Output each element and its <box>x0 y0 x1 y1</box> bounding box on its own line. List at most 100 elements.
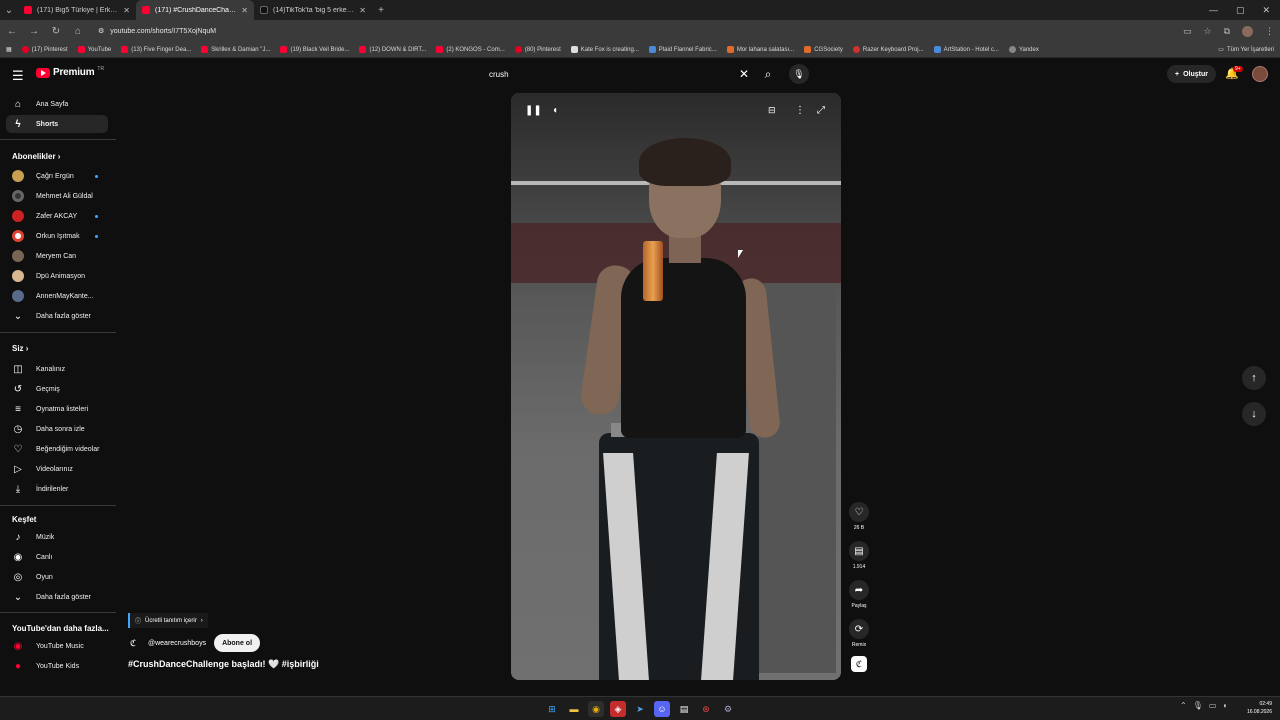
show-more-subscriptions[interactable]: ⌄ Daha fazla göster <box>6 307 108 325</box>
you-heading[interactable]: Siz › <box>12 344 28 353</box>
close-tab-icon[interactable]: ✕ <box>123 6 130 15</box>
profile-avatar-icon[interactable] <box>1242 25 1253 37</box>
close-tab-icon[interactable]: ✕ <box>241 6 248 15</box>
next-short-arrow-down-icon[interactable]: ↓ <box>1242 402 1266 426</box>
subscribe-button[interactable]: Abone ol <box>214 634 261 652</box>
sidebar-sub-channel[interactable]: Zafer AKCAY <box>6 207 108 225</box>
channel-logo-icon[interactable]: ℭ <box>130 638 140 648</box>
share-arrow-icon[interactable]: ➦ <box>849 580 869 600</box>
tab-list-icon[interactable]: ⌄ <box>0 5 18 16</box>
search-input[interactable]: crush <box>482 70 732 79</box>
show-more-explore[interactable]: ⌄ Daha fazla göster <box>6 588 108 606</box>
extensions-icon[interactable]: ⧉ <box>1224 26 1230 37</box>
browser-tab-2[interactable]: (171) #CrushDanceChalleng ✕ <box>136 0 254 20</box>
sidebar-item-home[interactable]: ⌂ Ana Sayfa <box>6 95 108 113</box>
minimize-icon[interactable]: — <box>1209 5 1218 16</box>
sidebar-sub-channel[interactable]: Meryem Can <box>6 247 108 265</box>
system-clock[interactable]: 02:49 16.08.2026 <box>1236 700 1272 716</box>
windows-start-icon[interactable]: ⊞ <box>544 701 560 717</box>
discord-icon[interactable]: ☺ <box>654 701 670 717</box>
bookmark-item[interactable]: (13) Five Finger Dea... <box>121 46 191 53</box>
voice-search-mic-icon[interactable]: 🎙 <box>789 64 809 84</box>
bookmark-item[interactable]: (80) Pinterest <box>514 46 561 53</box>
bookmark-item[interactable]: Plaid Flannel Fabric... <box>648 46 717 53</box>
browser-tab-3[interactable]: (14)TikTok'ta 'big 5 erkek probl ✕ <box>254 0 372 20</box>
maximize-icon[interactable]: ▢ <box>1236 5 1245 16</box>
remix-icon[interactable]: ⟳ <box>849 619 869 639</box>
bookmark-item[interactable]: Kate Fox is creating... <box>570 46 639 53</box>
shorts-video-player[interactable]: ❚❚ ◖ ⊟ ⋮ ⤢ <box>511 93 841 680</box>
more-options-icon[interactable]: ⋮ <box>795 105 805 116</box>
new-tab-icon[interactable]: + <box>372 5 390 16</box>
terminal-icon[interactable]: ▤ <box>676 701 692 717</box>
sidebar-item-your-videos[interactable]: ▷ Videolarınız <box>6 460 108 478</box>
account-avatar[interactable] <box>1252 66 1268 82</box>
subscriptions-heading[interactable]: Abonelikler › <box>12 152 60 161</box>
sidebar-sub-channel[interactable]: Orkun Işıtmak <box>6 227 108 245</box>
bookmark-item[interactable]: Mor lahana salatası... <box>726 46 794 53</box>
settings-gear-icon[interactable]: ⚙ <box>720 701 736 717</box>
telegram-icon[interactable]: ➤ <box>632 701 648 717</box>
forward-icon[interactable]: → <box>28 26 40 37</box>
sidebar-item-your-channel[interactable]: ◫ Kanalınız <box>6 360 108 378</box>
bookmark-item[interactable]: YouTube <box>77 46 111 53</box>
bookmark-star-icon[interactable]: ☆ <box>1203 26 1211 37</box>
browser-tab-1[interactable]: (171) Big5 Türkiye | Erkek Hazır ✕ <box>18 0 136 20</box>
bookmark-item[interactable]: CGSociety <box>804 46 843 53</box>
volume-icon[interactable]: ◖ <box>552 105 558 116</box>
sidebar-item-shorts[interactable]: ϟ Shorts <box>6 115 108 133</box>
sidebar-sub-channel[interactable]: AnnenMayKante... <box>6 287 108 305</box>
site-info-icon[interactable]: ⚙ <box>98 27 104 35</box>
bookmark-item[interactable]: ArtStation - Hotel c... <box>933 46 999 53</box>
bookmark-item[interactable]: Razer Keyboard Proj... <box>852 46 924 53</box>
sidebar-item-playlists[interactable]: ≡ Oynatma listeleri <box>6 400 108 418</box>
reload-icon[interactable]: ↻ <box>50 26 62 37</box>
youtube-premium-logo[interactable]: Premium TR <box>36 66 104 78</box>
clear-search-icon[interactable]: ✕ <box>732 67 756 81</box>
bookmark-item[interactable]: Yandex <box>1008 46 1039 53</box>
app-red-icon[interactable]: ◈ <box>610 701 626 717</box>
short-caption[interactable]: #CrushDanceChallenge başladı! 🤍 #işbirli… <box>128 659 319 670</box>
sidebar-item-watch-later[interactable]: ◷ Daha sonra izle <box>6 420 108 438</box>
previous-short-arrow-up-icon[interactable]: ↑ <box>1242 366 1266 390</box>
tray-chevron-up-icon[interactable]: ⌃ <box>1180 701 1187 710</box>
tray-network-icon[interactable]: ▭ <box>1209 701 1217 710</box>
fullscreen-icon[interactable]: ⤢ <box>817 105 825 116</box>
home-icon[interactable]: ⌂ <box>72 26 84 37</box>
sidebar-item-music[interactable]: ♪ Müzik <box>6 528 108 546</box>
channel-handle[interactable]: @wearecrushboys <box>148 640 206 647</box>
bookmark-item[interactable]: Skrillex & Damian "J... <box>201 46 270 53</box>
sidebar-item-youtube-kids[interactable]: ● YouTube Kids <box>6 657 108 675</box>
tray-volume-icon[interactable]: ◖ <box>1222 701 1227 710</box>
paid-promotion-badge[interactable]: ⓘ Ücretli tanıtım içerir › <box>128 613 208 628</box>
search-box[interactable]: crush ✕ ⌕ <box>482 63 780 85</box>
sidebar-item-youtube-music[interactable]: ◉ YouTube Music <box>6 637 108 655</box>
like-heart-icon[interactable]: ♡ <box>849 502 869 522</box>
sidebar-sub-channel[interactable]: Dpü Animasyon <box>6 267 108 285</box>
bookmark-item[interactable]: (17) Pinterest <box>21 46 68 53</box>
app-wheel-icon[interactable]: ⊛ <box>698 701 714 717</box>
file-explorer-icon[interactable]: ▬ <box>566 701 582 717</box>
close-window-icon[interactable]: ✕ <box>1262 5 1270 16</box>
comment-icon[interactable]: ▤ <box>849 541 869 561</box>
chrome-icon[interactable]: ◉ <box>588 701 604 717</box>
close-tab-icon[interactable]: ✕ <box>359 6 366 15</box>
sidebar-item-liked-videos[interactable]: ♡ Beğendiğim videolar <box>6 440 108 458</box>
bookmark-item[interactable]: (2) KONGOS - Com... <box>436 46 505 53</box>
search-icon[interactable]: ⌕ <box>756 67 780 82</box>
tray-mic-icon[interactable]: 🎙 <box>1193 701 1203 710</box>
address-bar[interactable]: ⚙ youtube.com/shorts/I7T5XojNquM <box>94 23 1173 39</box>
hamburger-menu-icon[interactable]: ☰ <box>12 68 24 84</box>
all-bookmarks[interactable]: ▭ Tüm Yer İşaretleri <box>1218 46 1274 54</box>
sidebar-sub-channel[interactable]: Çağrı Ergün <box>6 167 108 185</box>
sidebar-sub-channel[interactable]: Mehmet Ali Güldal <box>6 187 108 205</box>
menu-kebab-icon[interactable]: ⋮ <box>1265 26 1274 37</box>
apps-grid-icon[interactable]: ▦ <box>6 46 12 53</box>
sidebar-item-gaming[interactable]: ◎ Oyun <box>6 568 108 586</box>
sidebar-item-downloads[interactable]: ⤓ İndirilenler <box>6 480 108 498</box>
sidebar-item-history[interactable]: ↺ Geçmiş <box>6 380 108 398</box>
bookmark-item[interactable]: (19) Black Veil Bride... <box>280 46 349 53</box>
back-icon[interactable]: ← <box>6 26 18 37</box>
cast-icon[interactable]: ▭ <box>1183 26 1192 37</box>
create-button[interactable]: + Oluştur <box>1167 65 1216 83</box>
